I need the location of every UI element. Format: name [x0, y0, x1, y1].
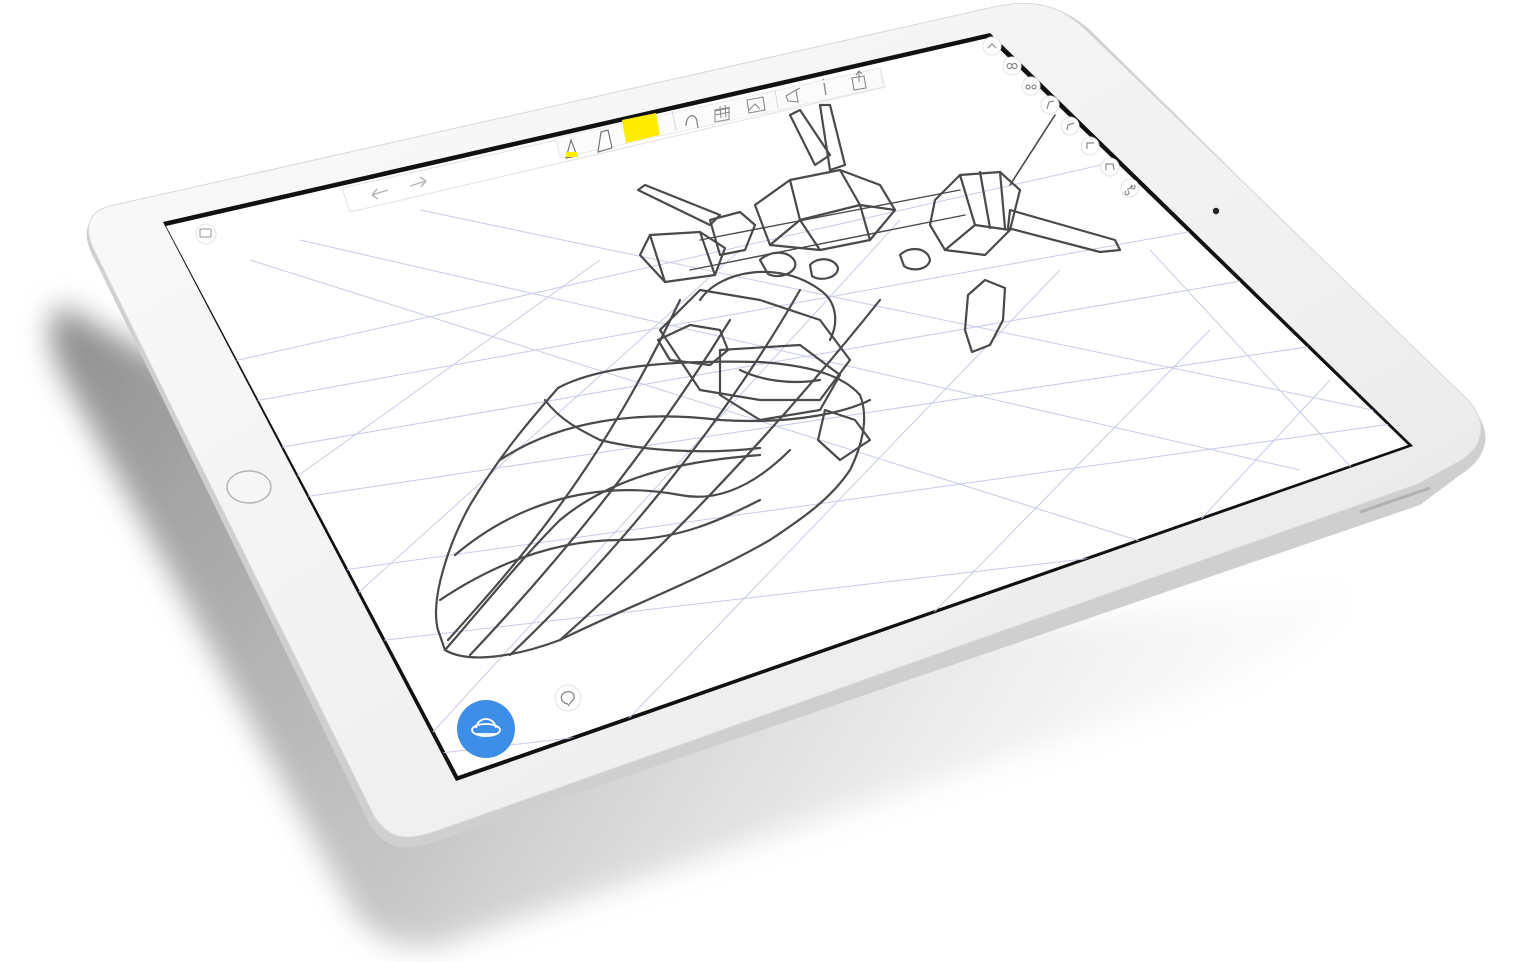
rectangle-tool-button[interactable]	[1080, 136, 1100, 156]
stage	[0, 0, 1515, 962]
scene	[50, 2, 1486, 947]
perspective-button[interactable]	[457, 700, 515, 758]
gallery-button[interactable]	[195, 223, 217, 245]
lasso-button[interactable]	[554, 684, 582, 712]
curve-tool-button[interactable]	[1040, 95, 1060, 115]
shape-tool-button[interactable]	[1100, 157, 1120, 177]
line-tool-button[interactable]	[1060, 116, 1080, 136]
layers-button[interactable]	[1002, 56, 1022, 76]
arc-tool-button[interactable]	[1120, 178, 1140, 198]
front-camera	[1212, 207, 1220, 215]
home-button[interactable]	[226, 470, 272, 504]
glasses-button[interactable]	[1021, 76, 1041, 96]
collapse-chevron-button[interactable]	[982, 36, 1002, 56]
pencil-active-indicator	[566, 152, 577, 157]
